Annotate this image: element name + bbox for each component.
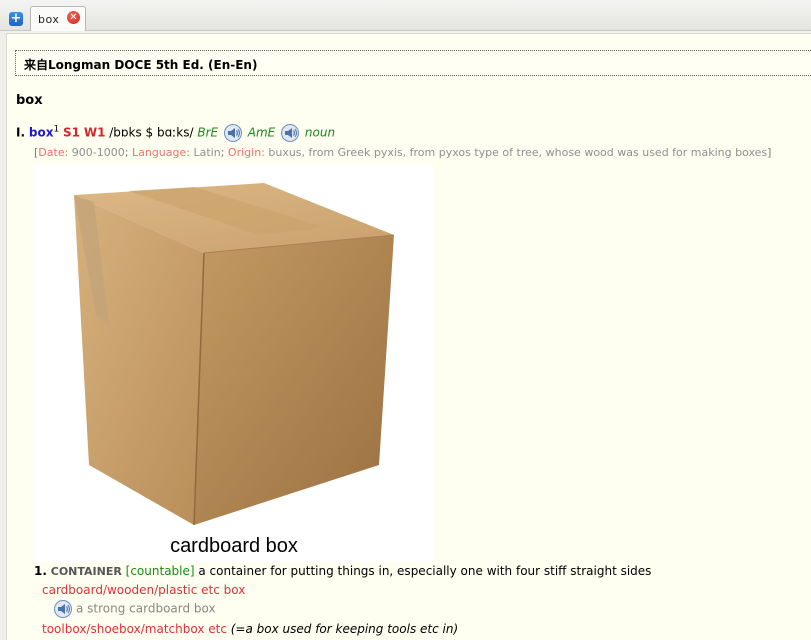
- cardboard-box-illustration: cardboard box: [34, 165, 434, 562]
- ame-label: AmE: [247, 125, 276, 140]
- tab-bar: + box ✕: [0, 0, 811, 31]
- definition: a container for putting things in, espec…: [198, 564, 652, 578]
- source-title: 来自Longman DOCE 5th Ed. (En-En): [24, 58, 258, 72]
- tab-label: box: [38, 13, 60, 26]
- part-of-speech: noun: [304, 125, 336, 140]
- etym-origin-key: Origin:: [227, 146, 265, 159]
- etym-origin-val: buxus, from Greek pyxis, from pyxos type…: [268, 146, 768, 159]
- signpost: CONTAINER: [50, 565, 122, 578]
- speaker-icon-ame[interactable]: [281, 124, 300, 142]
- etym-date-val: 900-1000: [71, 146, 125, 159]
- add-tab-button[interactable]: +: [9, 12, 23, 26]
- collocation-2: toolbox/shoebox/matchbox etc (=a box use…: [42, 622, 458, 636]
- sense-number: 1.: [34, 564, 47, 578]
- image-caption: cardboard box: [170, 535, 298, 557]
- etym-sep: ;: [124, 146, 129, 159]
- bre-label: BrE: [197, 125, 219, 140]
- pronunciation: /bɒks $ bɑːks/: [109, 125, 194, 140]
- homograph-number: 1: [53, 124, 60, 135]
- headword: box: [16, 93, 43, 108]
- tab-box[interactable]: box ✕: [30, 6, 86, 31]
- frequency-s1: S1: [63, 125, 80, 140]
- entry-roman-numeral: I.: [16, 125, 26, 140]
- source-header[interactable]: 来自Longman DOCE 5th Ed. (En-En): [15, 50, 811, 76]
- collocation-2-text: toolbox/shoebox/matchbox etc: [42, 622, 227, 636]
- frequency-w1: W1: [83, 125, 106, 140]
- entry-headword: box: [28, 125, 54, 140]
- etym-close: ]: [767, 146, 772, 159]
- example-text: a strong cardboard box: [76, 601, 216, 616]
- collocation-2-gloss: (=a box used for keeping tools etc in): [230, 622, 459, 636]
- etym-date-key: Date:: [38, 146, 69, 159]
- speaker-icon-bre[interactable]: [223, 124, 242, 142]
- speaker-icon-example[interactable]: [54, 600, 72, 618]
- grammar-label: [countable]: [125, 564, 195, 578]
- etym-language-val: Latin: [193, 146, 221, 159]
- etym-sep: ;: [220, 146, 225, 159]
- etym-language-key: Language:: [131, 146, 190, 159]
- plus-icon: +: [10, 11, 22, 26]
- close-icon[interactable]: ✕: [67, 11, 80, 24]
- example-sentence: a strong cardboard box: [52, 600, 216, 618]
- collocation: cardboard/wooden/plastic etc box: [42, 583, 246, 597]
- etymology: [Date: 900-1000; Language: Latin; Origin…: [34, 146, 771, 159]
- entry-header: I. box1 S1 W1 /bɒks $ bɑːks/ BrE AmE nou…: [16, 124, 335, 142]
- sense-1: 1. CONTAINER [countable] a container for…: [34, 564, 651, 578]
- cardboard-box-picture: [74, 183, 395, 526]
- dictionary-content: 来自Longman DOCE 5th Ed. (En-En) box I. bo…: [6, 33, 811, 640]
